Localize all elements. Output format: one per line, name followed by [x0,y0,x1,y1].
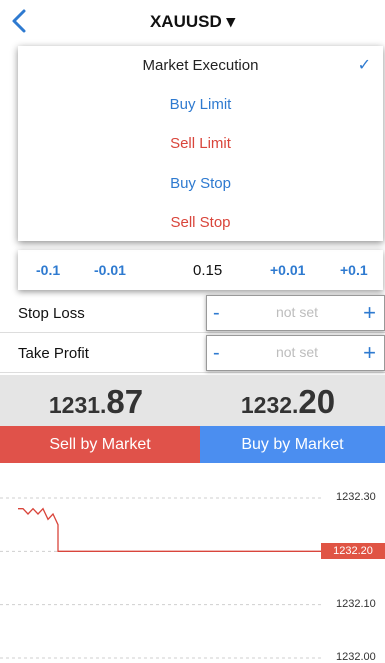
bid-price-pips: 87 [106,383,144,420]
take-profit-stepper: - + [206,335,385,371]
ask-price-pips: 20 [298,383,336,420]
nav-bar: XAUUSD ▾ [0,0,385,44]
take-profit-row: Take Profit - + [0,333,385,373]
tick-chart-plot [0,497,321,659]
bid-price: 1231.87 [0,383,192,421]
menu-item-sell-limit[interactable]: Sell Limit [18,124,383,164]
menu-item-label: Market Execution [142,57,259,74]
price-series-line [18,507,321,552]
stop-loss-input[interactable] [247,304,347,320]
price-panel: 1231.87 1232.20 [0,375,385,426]
buy-by-market-button[interactable]: Buy by Market [200,426,385,463]
take-profit-input[interactable] [247,344,347,360]
check-icon: ✓ [357,57,371,74]
volume-decrease-small-button[interactable]: -0.01 [94,262,126,278]
menu-item-label: Buy Stop [170,175,231,192]
stop-loss-plus-button[interactable]: + [363,300,376,326]
order-type-menu: Market Execution ✓ Buy Limit Sell Limit … [18,46,383,241]
stop-loss-row: Stop Loss - + [0,293,385,333]
volume-decrease-large-button[interactable]: -0.1 [36,262,60,278]
stop-loss-stepper: - + [206,295,385,331]
y-tick-label: 1232.10 [336,597,376,610]
tick-chart: 1232.30 1232.20 1232.10 1232.00 [0,470,385,663]
take-profit-label: Take Profit [18,345,89,362]
ask-price: 1232.20 [192,383,384,421]
menu-item-label: Sell Stop [170,214,231,231]
ask-price-main: 1232. [240,392,299,418]
menu-item-sell-stop[interactable]: Sell Stop [18,203,383,243]
take-profit-plus-button[interactable]: + [363,340,376,366]
take-profit-minus-button[interactable]: - [213,342,220,365]
menu-item-market-execution[interactable]: Market Execution ✓ [18,46,383,86]
volume-stepper: -0.1 -0.01 0.15 +0.01 +0.1 [18,250,383,290]
bid-price-main: 1231. [48,392,107,418]
stop-loss-minus-button[interactable]: - [213,302,220,325]
menu-item-buy-stop[interactable]: Buy Stop [18,164,383,204]
volume-increase-small-button[interactable]: +0.01 [270,262,305,278]
y-tick-label: 1232.30 [336,491,376,503]
current-price-tag: 1232.20 [321,543,385,560]
menu-item-label: Buy Limit [169,96,232,113]
y-tick-label: 1232.00 [336,651,376,663]
action-buttons: Sell by Market Buy by Market [0,426,385,463]
volume-value[interactable]: 0.15 [193,262,222,279]
menu-item-label: Sell Limit [170,135,231,152]
stop-loss-label: Stop Loss [18,305,85,322]
volume-increase-large-button[interactable]: +0.1 [340,262,368,278]
menu-item-buy-limit[interactable]: Buy Limit [18,85,383,125]
sell-by-market-button[interactable]: Sell by Market [0,426,200,463]
symbol-selector[interactable]: XAUUSD ▾ [0,12,385,32]
